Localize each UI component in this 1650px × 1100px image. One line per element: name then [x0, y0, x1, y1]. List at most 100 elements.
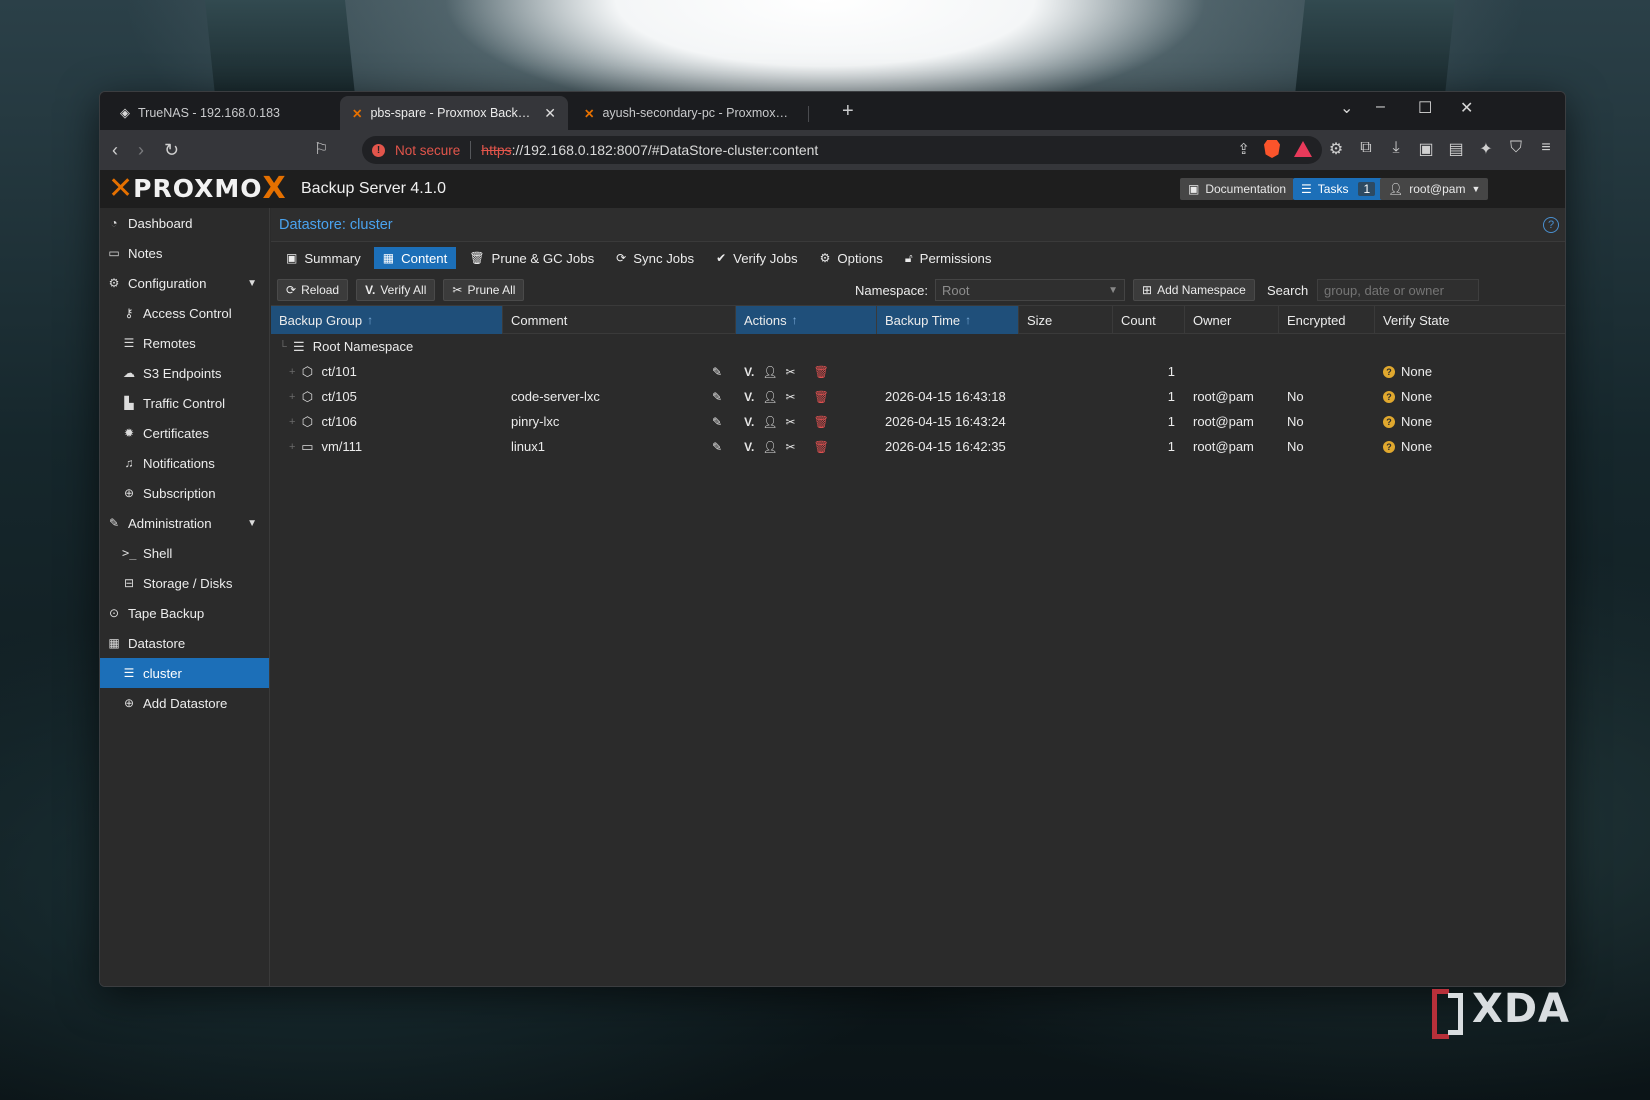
nav-traffic-control[interactable]: ▙ Traffic Control: [100, 388, 269, 418]
trash-icon[interactable]: 🗑︎: [814, 390, 829, 404]
owner-user-icon[interactable]: 👤︎: [762, 440, 777, 454]
nav-tape-backup[interactable]: ⊙ Tape Backup: [100, 598, 269, 628]
nav-add-datastore[interactable]: ⊕ Add Datastore: [100, 688, 269, 718]
verify-icon[interactable]: V.: [744, 390, 754, 404]
column-owner[interactable]: Owner: [1185, 306, 1279, 334]
vpn-icon[interactable]: ⛉: [1507, 139, 1525, 159]
tree-expander-icon[interactable]: +: [289, 391, 295, 403]
documentation-button[interactable]: ▣ Documentation: [1180, 178, 1295, 200]
column-backup-time[interactable]: Backup Time ↑: [877, 306, 1019, 334]
tree-expander-icon[interactable]: +: [289, 416, 295, 428]
nav-shell[interactable]: >_ Shell: [100, 538, 269, 568]
edit-pencil-icon[interactable]: ✎: [712, 415, 722, 429]
tab-summary[interactable]: ▣ Summary: [277, 247, 370, 269]
nav-storage-disks[interactable]: ⊟ Storage / Disks: [100, 568, 269, 598]
column-actions[interactable]: Actions ↑: [736, 306, 877, 334]
column-encrypted[interactable]: Encrypted: [1279, 306, 1375, 334]
tab-prune-gc-jobs[interactable]: 🗑︎ Prune & GC Jobs: [460, 247, 603, 269]
nav-access-control[interactable]: ⚷ Access Control: [100, 298, 269, 328]
nav-remotes[interactable]: ☰ Remotes: [100, 328, 269, 358]
maximize-icon[interactable]: ☐: [1418, 98, 1432, 118]
tab-sync-jobs[interactable]: ⟳ Sync Jobs: [607, 247, 703, 269]
search-input[interactable]: [1317, 279, 1479, 301]
scissors-icon[interactable]: ✂: [786, 440, 796, 454]
brave-rewards-icon[interactable]: [1294, 141, 1312, 157]
table-row[interactable]: + ⬡ ct/105 code-server-lxc ✎ V. 👤︎ ✂ 🗑︎ 20…: [271, 384, 1565, 409]
scissors-icon[interactable]: ✂: [786, 365, 796, 379]
browser-tab-pbs[interactable]: ✕ pbs-spare - Proxmox Backup Ser ✕: [340, 96, 568, 130]
tab-options[interactable]: ⚙ Options: [811, 247, 892, 269]
nav-certificates[interactable]: ✹ Certificates: [100, 418, 269, 448]
help-icon[interactable]: ?: [1543, 217, 1559, 233]
nav-subscription[interactable]: ⊕ Subscription: [100, 478, 269, 508]
edit-pencil-icon[interactable]: ✎: [712, 365, 722, 379]
download-icon[interactable]: ⤓: [1387, 139, 1405, 159]
nav-notes[interactable]: ▭ Notes: [100, 238, 269, 268]
tasks-button[interactable]: ☰ Tasks 1: [1293, 178, 1384, 200]
close-window-icon[interactable]: ✕: [1460, 98, 1473, 118]
verify-icon[interactable]: V.: [744, 415, 754, 429]
menu-icon[interactable]: ≡: [1537, 139, 1555, 159]
minimize-icon[interactable]: –: [1376, 98, 1385, 116]
nav-s3-endpoints[interactable]: ☁ S3 Endpoints: [100, 358, 269, 388]
table-row[interactable]: + ▭ vm/111 linux1 ✎ V. 👤︎ ✂ 🗑︎ 2026-04-15 …: [271, 434, 1565, 459]
trash-icon[interactable]: 🗑︎: [814, 440, 829, 454]
url-text[interactable]: https://192.168.0.182:8007/#DataStore-cl…: [481, 142, 818, 158]
verify-icon[interactable]: V.: [744, 365, 754, 379]
verify-icon[interactable]: V.: [744, 440, 754, 454]
screenshot-icon[interactable]: ⧉: [1357, 139, 1375, 159]
column-comment[interactable]: Comment: [503, 306, 736, 334]
nav-datastore-cluster[interactable]: ☰ cluster: [100, 658, 269, 688]
leo-ai-icon[interactable]: ✦: [1477, 139, 1495, 159]
verify-all-button[interactable]: V. Verify All: [356, 278, 436, 301]
trash-icon[interactable]: 🗑︎: [814, 365, 829, 379]
browser-tab-truenas[interactable]: ◈ TrueNAS - 192.168.0.183: [108, 96, 340, 130]
scissors-icon[interactable]: ✂: [786, 415, 796, 429]
tree-expander-icon[interactable]: +: [289, 366, 295, 378]
new-tab-icon[interactable]: +: [842, 100, 854, 123]
edit-pencil-icon[interactable]: ✎: [712, 390, 722, 404]
nav-datastore[interactable]: ▦ Datastore: [100, 628, 269, 658]
bookmark-icon[interactable]: ⚐: [314, 140, 328, 160]
wallet-icon[interactable]: ▤: [1447, 139, 1465, 159]
security-indicator[interactable]: Not secure: [395, 143, 460, 158]
column-verify-state[interactable]: Verify State: [1375, 306, 1565, 334]
prune-all-button[interactable]: ✂ Prune All: [443, 278, 525, 301]
nav-dashboard[interactable]: ◔ Dashboard: [100, 208, 269, 238]
owner-user-icon[interactable]: 👤︎: [762, 390, 777, 404]
close-tab-icon[interactable]: ✕: [544, 105, 556, 122]
sidebar-toggle-icon[interactable]: ▣: [1417, 139, 1435, 159]
trash-icon[interactable]: 🗑︎: [814, 415, 829, 429]
add-namespace-button[interactable]: ⊞ Add Namespace: [1133, 279, 1255, 301]
scissors-icon[interactable]: ✂: [786, 390, 796, 404]
reload-page-icon[interactable]: ↻: [164, 140, 179, 160]
extensions-icon[interactable]: ⚙: [1327, 139, 1345, 159]
tab-permissions[interactable]: 🔓︎ Permissions: [896, 247, 1001, 269]
column-count[interactable]: Count: [1113, 306, 1185, 334]
nav-configuration[interactable]: ⚙ Configuration ▼: [100, 268, 269, 298]
nav-notifications[interactable]: ♫ Notifications: [100, 448, 269, 478]
table-row[interactable]: + ⬡ ct/106 pinry-lxc ✎ V. 👤︎ ✂ 🗑︎ 2026-04-…: [271, 409, 1565, 434]
reload-button[interactable]: ⟳ Reload: [277, 278, 349, 301]
collapse-caret-icon[interactable]: ▼: [247, 278, 257, 289]
forward-icon[interactable]: ›: [138, 140, 144, 160]
collapse-caret-icon[interactable]: ▼: [247, 518, 257, 529]
owner-user-icon[interactable]: 👤︎: [762, 365, 777, 379]
namespace-select[interactable]: Root ▼: [935, 279, 1125, 301]
edit-pencil-icon[interactable]: ✎: [712, 440, 722, 454]
column-size[interactable]: Size: [1019, 306, 1113, 334]
tree-row-root-namespace[interactable]: └ ☰ Root Namespace: [271, 334, 1565, 359]
brave-shields-icon[interactable]: [1264, 140, 1280, 158]
back-icon[interactable]: ‹: [112, 140, 118, 160]
owner-user-icon[interactable]: 👤︎: [762, 415, 777, 429]
share-icon[interactable]: ⇪: [1237, 140, 1250, 158]
browser-tab-pve[interactable]: ✕ ayush-secondary-pc - Proxmox Virtu: [572, 96, 802, 130]
tab-verify-jobs[interactable]: ✔ Verify Jobs: [707, 247, 807, 269]
tree-expander-icon[interactable]: +: [289, 441, 295, 453]
tab-content[interactable]: ▦ Content: [373, 247, 457, 269]
nav-administration[interactable]: ✎ Administration ▼: [100, 508, 269, 538]
address-bar[interactable]: ! Not secure https://192.168.0.182:8007/…: [362, 136, 1322, 164]
tab-search-chevron-icon[interactable]: ⌄: [1340, 98, 1353, 118]
table-row[interactable]: + ⬡ ct/101 ✎ V. 👤︎ ✂ 🗑︎ 1 ? None: [271, 359, 1565, 384]
column-backup-group[interactable]: Backup Group ↑: [271, 306, 503, 334]
